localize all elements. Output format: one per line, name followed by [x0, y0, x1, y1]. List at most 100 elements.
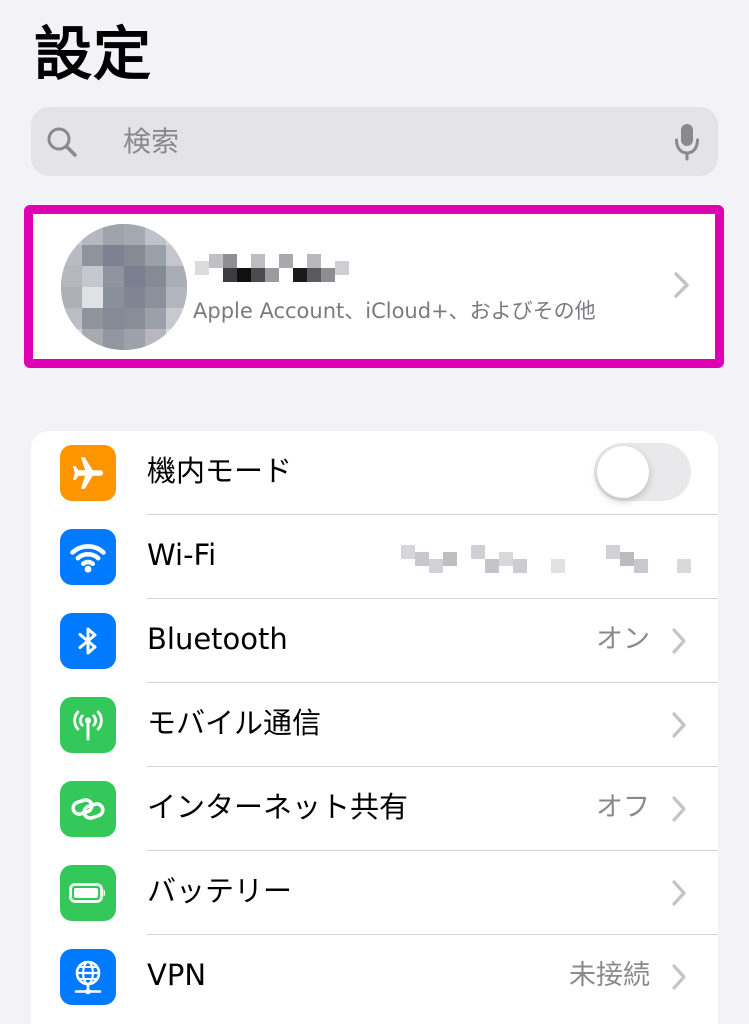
- avatar-pixel: [124, 287, 145, 308]
- name-pixel: [307, 254, 321, 268]
- name-pixel: [195, 261, 209, 275]
- avatar-pixel: [124, 245, 145, 266]
- settings-row-battery[interactable]: バッテリー: [31, 851, 718, 935]
- wifi-icon: [60, 529, 116, 585]
- avatar-pixel: [103, 245, 124, 266]
- settings-row-label: インターネット共有: [147, 790, 409, 824]
- page-title: 設定: [34, 20, 153, 88]
- avatar-pixel: [124, 308, 145, 329]
- name-pixel: [321, 268, 335, 282]
- globe-icon: [60, 949, 116, 1005]
- name-pixel: [307, 268, 321, 282]
- avatar-pixel: [82, 266, 103, 287]
- account-name-pixelated: [195, 247, 350, 289]
- search-placeholder: 検索: [123, 125, 180, 158]
- wifi-network-name-pixelated: [401, 545, 691, 573]
- avatar-pixel: [61, 329, 82, 350]
- search-bar[interactable]: 検索: [31, 107, 718, 176]
- avatar-pixel: [61, 245, 82, 266]
- airplane-mode-toggle[interactable]: [594, 443, 691, 501]
- ssid-pixel: [634, 559, 648, 573]
- ssid-pixel: [429, 559, 443, 573]
- search-icon: [47, 127, 77, 157]
- ssid-pixel: [606, 545, 620, 559]
- ssid-pixel: [485, 559, 499, 573]
- apple-account-row[interactable]: Apple Account、iCloud+、およびその他: [24, 205, 724, 368]
- avatar: [61, 224, 187, 350]
- ssid-pixel: [471, 545, 485, 559]
- name-pixel: [223, 254, 237, 268]
- avatar-pixel: [145, 308, 166, 329]
- name-pixel: [279, 254, 293, 268]
- avatar-pixel: [145, 266, 166, 287]
- avatar-pixel: [61, 308, 82, 329]
- name-pixel: [265, 268, 279, 282]
- name-pixel: [223, 268, 237, 282]
- settings-row-label: VPN: [147, 958, 207, 992]
- avatar-pixel: [103, 287, 124, 308]
- settings-row-airplane-mode[interactable]: 機内モード: [31, 431, 718, 515]
- avatar-pixel: [166, 266, 187, 287]
- avatar-pixel: [103, 329, 124, 350]
- antenna-icon: [60, 697, 116, 753]
- name-pixel: [237, 268, 251, 282]
- avatar-pixel: [103, 266, 124, 287]
- chevron-right-icon: [672, 628, 686, 654]
- ssid-pixel: [443, 552, 457, 566]
- ssid-pixel: [677, 559, 691, 573]
- settings-row-vpn[interactable]: VPN 未接続: [31, 935, 718, 1019]
- avatar-pixel: [82, 224, 103, 245]
- avatar-pixel: [61, 266, 82, 287]
- settings-row-bluetooth[interactable]: Bluetooth オン: [31, 599, 718, 683]
- avatar-pixel: [166, 308, 187, 329]
- vpn-status: 未接続: [569, 960, 650, 991]
- avatar-pixel: [145, 245, 166, 266]
- avatar-pixel: [166, 245, 187, 266]
- avatar-pixel: [103, 308, 124, 329]
- avatar-pixel: [61, 224, 82, 245]
- avatar-pixel: [82, 308, 103, 329]
- avatar-pixel: [124, 266, 145, 287]
- settings-row-label: モバイル通信: [147, 706, 322, 740]
- bluetooth-icon: [60, 613, 116, 669]
- bluetooth-status: オン: [596, 624, 650, 655]
- microphone-icon[interactable]: [674, 123, 700, 161]
- link-icon: [60, 781, 116, 837]
- avatar-pixel: [61, 287, 82, 308]
- chevron-right-icon: [672, 796, 686, 822]
- settings-row-personal-hotspot[interactable]: インターネット共有 オフ: [31, 767, 718, 851]
- ssid-pixel: [499, 552, 513, 566]
- avatar-pixel: [145, 224, 166, 245]
- ssid-pixel: [551, 559, 565, 573]
- name-pixel: [251, 268, 265, 282]
- chevron-right-icon: [672, 712, 686, 738]
- avatar-pixel: [103, 224, 124, 245]
- settings-row-label: バッテリー: [147, 874, 293, 908]
- connectivity-settings-group: 機内モード Wi-Fi Bluetooth オン モバイル通信 インターネット共…: [31, 431, 718, 1024]
- avatar-pixel: [166, 224, 187, 245]
- settings-row-wifi[interactable]: Wi-Fi: [31, 515, 718, 599]
- settings-row-label: Bluetooth: [147, 622, 288, 656]
- settings-row-mobile-data[interactable]: モバイル通信: [31, 683, 718, 767]
- name-pixel: [335, 261, 349, 275]
- airplane-icon: [60, 445, 116, 501]
- avatar-pixel: [82, 287, 103, 308]
- toggle-knob: [597, 446, 649, 498]
- ssid-pixel: [513, 559, 527, 573]
- avatar-pixel: [145, 329, 166, 350]
- ssid-pixel: [620, 552, 634, 566]
- chevron-right-icon: [674, 272, 689, 298]
- name-pixel: [293, 268, 307, 282]
- name-pixel: [251, 254, 265, 268]
- settings-row-label: Wi-Fi: [147, 538, 217, 572]
- avatar-pixel: [124, 329, 145, 350]
- battery-icon: [60, 865, 116, 921]
- avatar-pixel: [145, 287, 166, 308]
- name-pixel: [209, 254, 223, 268]
- hotspot-status: オフ: [596, 792, 650, 823]
- ssid-pixel: [401, 545, 415, 559]
- avatar-pixel: [166, 329, 187, 350]
- chevron-right-icon: [672, 964, 686, 990]
- avatar-pixel: [166, 287, 187, 308]
- settings-row-label: 機内モード: [147, 454, 293, 488]
